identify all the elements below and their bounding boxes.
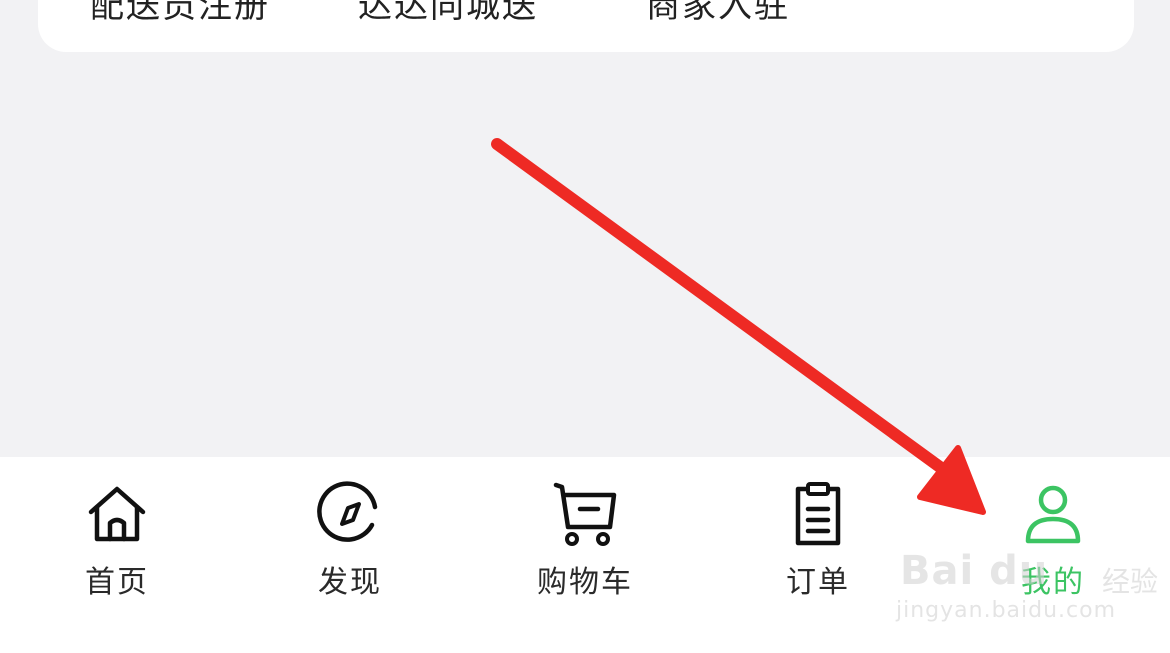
- compass-icon: [317, 481, 378, 542]
- tab-me[interactable]: 我的: [983, 479, 1123, 600]
- tab-home-label: 首页: [85, 565, 149, 600]
- quick-link-same-city-delivery[interactable]: 达达同城送: [358, 0, 538, 27]
- tab-discover-label: 发现: [318, 565, 382, 600]
- bottom-tab-bar: 首页 发现 购物车 订单 我的: [0, 457, 1170, 653]
- quick-link-merchant-join[interactable]: 商家入驻: [646, 0, 790, 27]
- user-icon: [1025, 485, 1081, 544]
- quick-link-courier-register[interactable]: 配送员注册: [90, 0, 270, 27]
- tab-orders[interactable]: 订单: [748, 479, 888, 600]
- clipboard-icon: [795, 482, 841, 546]
- quick-links-card: 配送员注册 达达同城送 商家入驻: [38, 0, 1134, 52]
- tab-orders-label: 订单: [786, 565, 850, 600]
- cart-icon: [553, 482, 617, 546]
- tab-cart-label: 购物车: [537, 565, 633, 600]
- tab-cart[interactable]: 购物车: [515, 479, 655, 600]
- app-screen: 配送员注册 达达同城送 商家入驻 首页 发现 购物车 订单 我的 Bai du …: [0, 0, 1170, 653]
- content-area: [0, 52, 1170, 457]
- tab-home[interactable]: 首页: [47, 479, 187, 600]
- tab-discover[interactable]: 发现: [280, 479, 420, 600]
- home-icon: [88, 486, 146, 542]
- tab-me-label: 我的: [1021, 565, 1085, 600]
